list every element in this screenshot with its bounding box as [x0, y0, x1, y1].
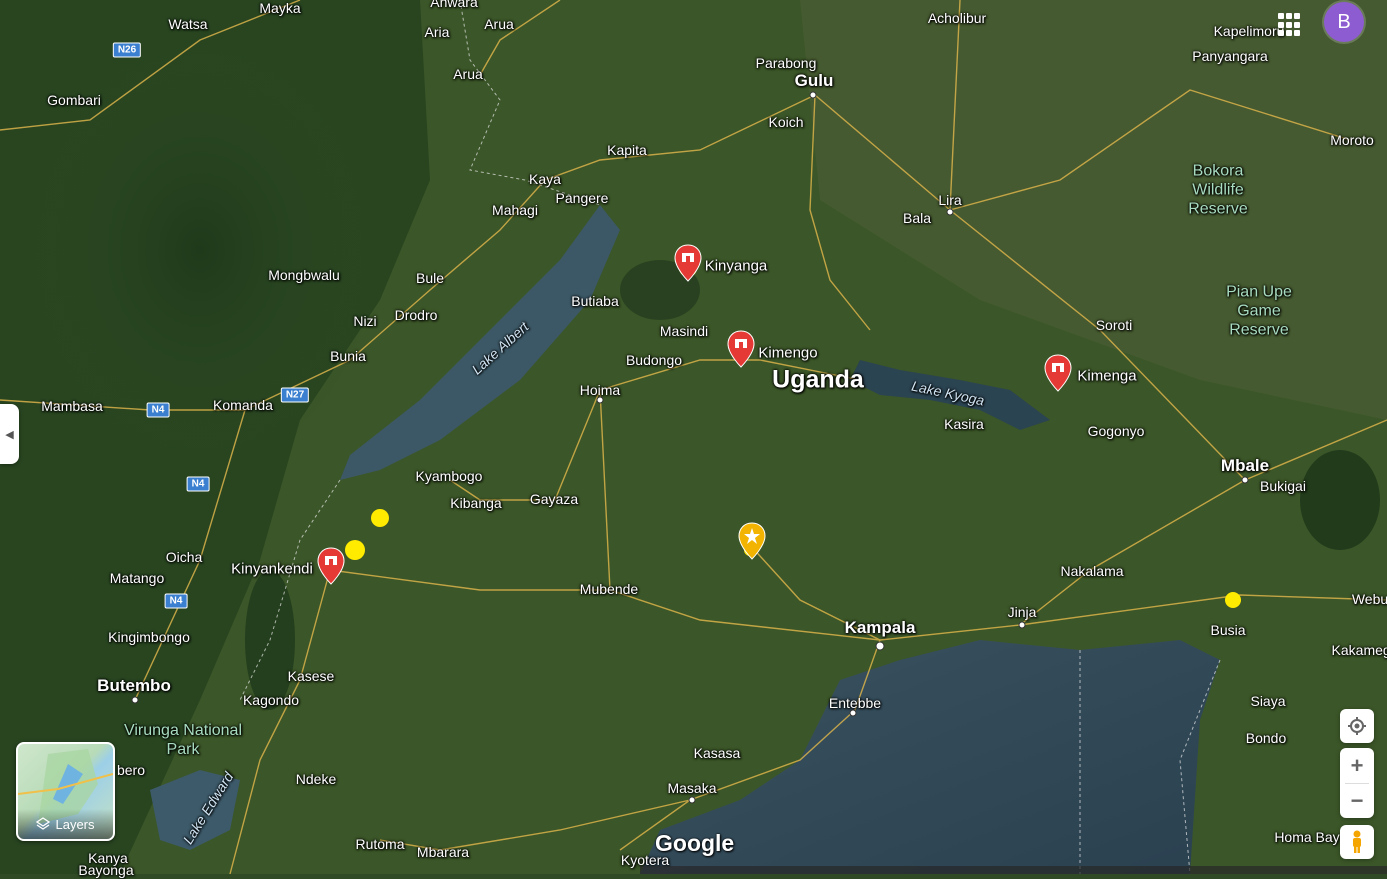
place-label: Hoima [579, 382, 621, 398]
place-label: Bondo [1245, 730, 1287, 746]
marker-label[interactable]: Kinyankendi [231, 561, 313, 578]
layers-icon [36, 817, 51, 830]
place-label: Homa Bay [1274, 829, 1340, 845]
place-label: bero [116, 762, 146, 778]
hotel-pin-icon[interactable] [317, 547, 345, 585]
hotel-pin-icon[interactable] [1044, 354, 1072, 392]
place-label: Nizi [353, 313, 377, 329]
city-label: Butembo [97, 676, 171, 695]
place-label: Kasasa [693, 745, 741, 761]
place-label: Masindi [659, 323, 709, 339]
city-label: Kampala [844, 618, 916, 637]
hotel-pin-icon[interactable] [727, 330, 755, 368]
place-label: Entebbe [828, 695, 882, 711]
place-label: Bunia [330, 348, 366, 364]
park-label: Bokora Wildlife Reserve [1188, 162, 1248, 218]
zoom-in-button[interactable]: + [1351, 749, 1364, 783]
place-label: Kyambogo [415, 468, 483, 484]
place-label: Kibanga [450, 495, 502, 511]
chevron-left-icon: ◀ [5, 428, 14, 441]
place-label: Mongbwalu [268, 267, 340, 283]
place-label: Drodro [394, 307, 438, 323]
place-label: Mayka [259, 0, 301, 16]
layers-button[interactable]: Layers [16, 742, 115, 841]
hotel-pin-icon[interactable] [674, 244, 702, 282]
place-label: Parabong [755, 55, 817, 71]
place-label: Panyangara [1192, 48, 1268, 64]
collapse-side-panel-button[interactable]: ◀ [0, 404, 19, 464]
place-label: Busia [1210, 622, 1246, 638]
street-view-pegman[interactable] [1340, 825, 1374, 859]
place-label: Kasese [287, 668, 335, 684]
route-shield: N4 [186, 476, 210, 492]
city-label: Mbale [1220, 456, 1270, 475]
place-label: Koich [768, 114, 804, 130]
place-label: Mahagi [492, 202, 538, 218]
park-label: Pian Upe Game Reserve [1226, 283, 1292, 339]
place-label: Oicha [165, 549, 203, 565]
route-shield: N26 [112, 42, 142, 58]
place-label: Gogonyo [1087, 423, 1145, 439]
place-label: Acholibur [927, 10, 987, 26]
place-label: Budongo [625, 352, 683, 368]
place-label: Kasira [944, 416, 984, 432]
place-label: Lira [938, 192, 962, 208]
place-label: Watsa [168, 16, 208, 32]
place-label: Gayaza [529, 491, 579, 507]
place-label: Matango [109, 570, 165, 586]
place-label: Kapelimoru [1213, 23, 1285, 39]
place-label: Nakalama [1060, 563, 1124, 579]
google-logo: Google [655, 830, 735, 856]
place-label: Mbarara [416, 844, 470, 860]
place-label: Soroti [1095, 317, 1133, 333]
place-label: Masaka [667, 780, 717, 796]
place-label: Kagondo [242, 692, 300, 708]
starred-pin-icon[interactable] [738, 522, 766, 560]
place-label: Pangere [555, 190, 609, 206]
place-label: Arua [484, 16, 514, 32]
place-label: Bule [415, 270, 445, 286]
account-avatar[interactable]: B [1324, 2, 1364, 42]
place-label: Kingimbongo [108, 629, 190, 645]
layers-label: Layers [55, 816, 95, 832]
zoom-out-button[interactable]: − [1351, 784, 1364, 818]
place-label: Webu [1351, 591, 1387, 607]
country-label: Uganda [772, 365, 864, 394]
route-shield: N4 [146, 402, 170, 418]
city-label: Gulu [794, 71, 834, 90]
marker-label[interactable]: Kimengo [758, 345, 817, 362]
attribution-bar [640, 866, 1387, 874]
place-label: Bukigai [1260, 478, 1306, 494]
zoom-controls: + − [1340, 748, 1374, 818]
place-label: Bayonga [78, 862, 134, 878]
marker-label[interactable]: Kinyanga [705, 258, 768, 275]
pegman-icon [1353, 830, 1361, 853]
place-label: Kapita [607, 142, 647, 158]
place-label: Komanda [213, 397, 273, 413]
place-label: Kaya [529, 171, 561, 187]
place-label: Bala [902, 210, 932, 226]
route-shield: N4 [164, 593, 188, 609]
place-label: Jinja [1007, 604, 1037, 620]
place-label: Ndeke [295, 771, 337, 787]
apps-grid-icon[interactable] [1275, 10, 1305, 40]
place-label: Aria [424, 24, 450, 40]
place-label: Moroto [1330, 132, 1374, 148]
place-label: Butiaba [571, 293, 619, 309]
place-label: Gombari [47, 92, 101, 108]
crosshair-icon [1348, 717, 1366, 735]
place-label: Rutoma [355, 836, 405, 852]
place-label: Arua [453, 66, 483, 82]
marker-label[interactable]: Kimenga [1077, 368, 1136, 385]
route-shield: N27 [280, 387, 310, 403]
place-label: Mambasa [41, 398, 103, 414]
park-label: Virunga National Park [123, 722, 242, 758]
my-location-button[interactable] [1340, 709, 1374, 743]
place-label: Anwara [430, 0, 478, 10]
place-label: Mubende [579, 581, 639, 597]
mount-elgon [1300, 450, 1380, 550]
place-label: Kakamega [1331, 642, 1387, 658]
place-label: Siaya [1250, 693, 1286, 709]
